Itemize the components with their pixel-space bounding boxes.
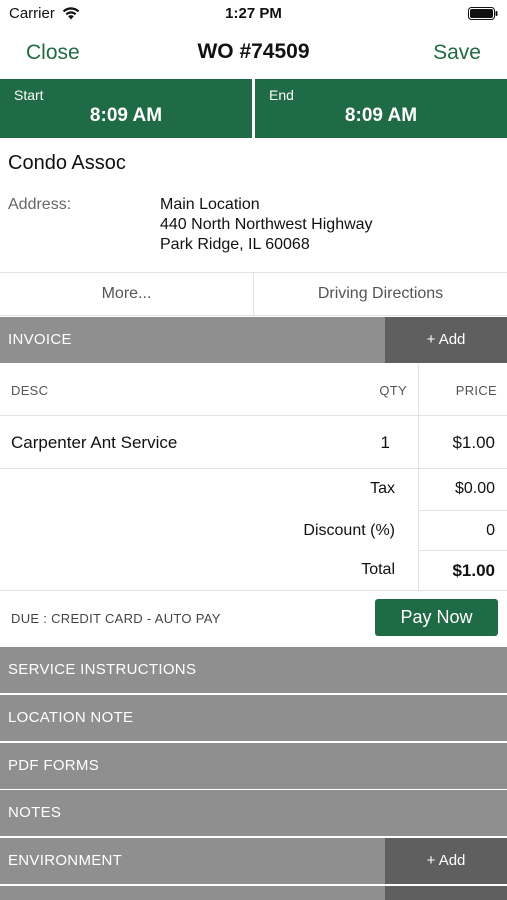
total-value: $1.00 — [452, 561, 495, 580]
payment-row: DUE : CREDIT CARD - AUTO PAY Pay Now — [0, 590, 507, 646]
notes-section[interactable]: NOTES — [0, 790, 507, 836]
save-button[interactable]: Save — [433, 41, 481, 65]
table-row[interactable]: Carpenter Ant Service 1 $1.00 — [0, 416, 507, 469]
invoice-section-header[interactable]: INVOICE + Add — [0, 317, 507, 363]
total-label: Total — [361, 561, 395, 578]
tax-row: Tax $0.00 — [0, 469, 507, 509]
invoice-table-header: DESC QTY PRICE — [0, 364, 507, 416]
address-line: Main Location — [160, 196, 260, 213]
item-desc: Carpenter Ant Service — [11, 433, 178, 452]
location-note-section[interactable]: LOCATION NOTE — [0, 695, 507, 741]
add-environment-button[interactable]: + Add — [385, 838, 507, 884]
links-row: More... Driving Directions — [0, 272, 507, 316]
environment-section[interactable]: ENVIRONMENT + Add — [0, 838, 507, 884]
due-text: DUE : CREDIT CARD - AUTO PAY — [11, 611, 221, 626]
pdf-forms-section[interactable]: PDF FORMS — [0, 743, 507, 789]
battery-icon — [468, 7, 498, 20]
tax-value: $0.00 — [454, 480, 495, 497]
partial-add-button — [385, 886, 507, 900]
pay-now-button[interactable]: Pay Now — [375, 599, 498, 636]
item-qty: 1 — [380, 433, 390, 452]
section-title: NOTES — [8, 804, 62, 821]
start-label: Start — [14, 87, 44, 103]
more-button[interactable]: More... — [0, 273, 254, 315]
nav-bar: Close WO #74509 Save — [0, 28, 507, 78]
end-time-button[interactable]: End 8:09 AM — [255, 79, 507, 138]
status-time: 1:27 PM — [225, 5, 282, 22]
section-title: ENVIRONMENT — [8, 852, 123, 869]
client-name: Condo Assoc — [8, 152, 126, 174]
add-invoice-item-button[interactable]: + Add — [385, 317, 507, 363]
item-price: $1.00 — [452, 433, 495, 452]
end-label: End — [269, 87, 294, 103]
time-row: Start 8:09 AM End 8:09 AM — [0, 79, 507, 138]
status-bar: Carrier 1:27 PM — [0, 0, 507, 28]
start-time-button[interactable]: Start 8:09 AM — [0, 79, 252, 138]
tax-label: Tax — [370, 480, 395, 497]
end-time-value: 8:09 AM — [344, 105, 418, 126]
section-title: LOCATION NOTE — [8, 709, 134, 726]
address-line: 440 North Northwest Highway — [160, 216, 373, 233]
qty-header: QTY — [379, 383, 407, 398]
section-title: PDF FORMS — [8, 757, 100, 774]
section-title: SERVICE INSTRUCTIONS — [8, 661, 197, 678]
discount-row: Discount (%) 0 — [0, 511, 507, 551]
driving-directions-button[interactable]: Driving Directions — [254, 273, 507, 315]
service-instructions-section[interactable]: SERVICE INSTRUCTIONS — [0, 647, 507, 693]
start-time-value: 8:09 AM — [89, 105, 163, 126]
page-title: WO #74509 — [197, 40, 310, 63]
address-label: Address: — [8, 196, 72, 213]
discount-value[interactable]: 0 — [486, 522, 495, 540]
address-block: Main Location 440 North Northwest Highwa… — [160, 195, 373, 255]
invoice-section-title: INVOICE — [8, 331, 72, 348]
total-row: Total $1.00 — [0, 551, 507, 591]
address-line: Park Ridge, IL 60068 — [160, 236, 310, 253]
price-header: PRICE — [455, 383, 497, 398]
desc-header: DESC — [11, 383, 49, 398]
next-section-partial — [0, 886, 507, 900]
discount-label: Discount (%) — [303, 522, 395, 539]
